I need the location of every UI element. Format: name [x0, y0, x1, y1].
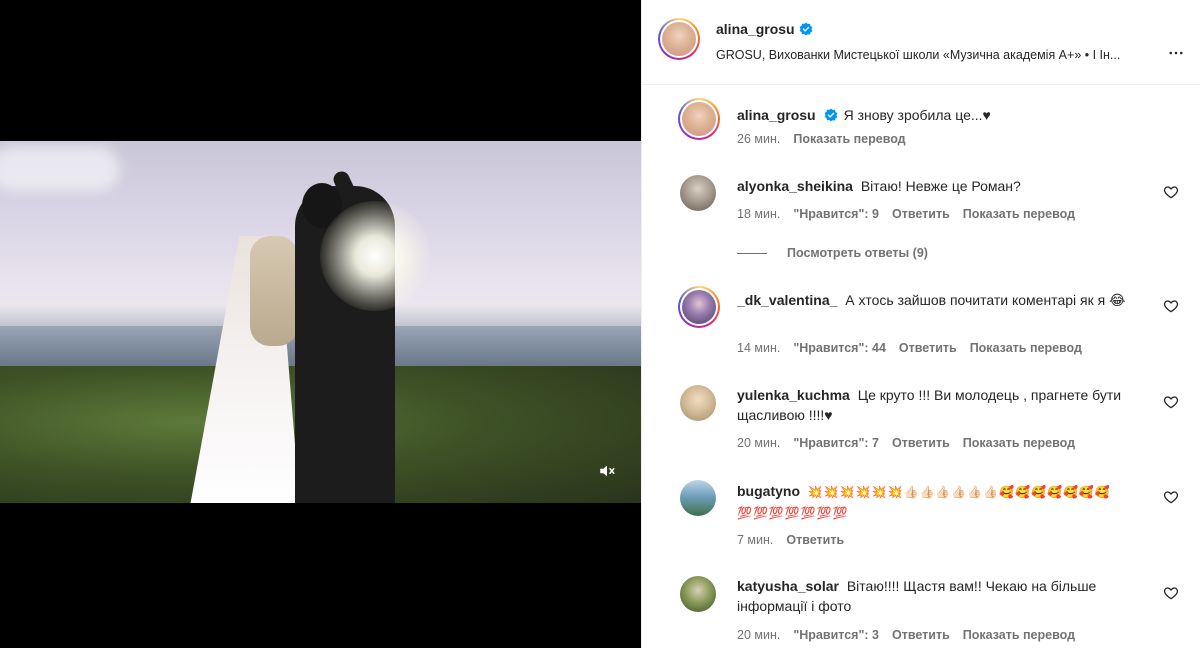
comment-time[interactable]: 20 мин.	[737, 628, 780, 642]
commenter-username[interactable]: alyonka_sheikina	[737, 178, 853, 194]
comment-likes[interactable]: "Нравится": 44	[793, 341, 886, 355]
replies-divider	[737, 252, 767, 254]
commenter-username[interactable]: yulenka_kuchma	[737, 387, 850, 403]
comment-likes[interactable]: "Нравится": 9	[793, 207, 879, 221]
mute-button[interactable]	[594, 458, 620, 484]
caption-text: Я знову зробила це...♥	[843, 107, 991, 123]
video-bride-hair	[250, 236, 298, 346]
commenter-avatar[interactable]	[680, 480, 716, 516]
heart-outline-icon[interactable]	[1163, 298, 1179, 314]
more-options-button[interactable]	[1165, 42, 1187, 64]
commenter-avatar[interactable]	[680, 385, 716, 421]
caption-username[interactable]: alina_grosu	[737, 107, 816, 123]
comment-text: А хтось зайшов почитати коментарі як я 😂	[845, 292, 1126, 308]
author-username[interactable]: alina_grosu	[716, 21, 795, 37]
comment-likes[interactable]: "Нравится": 7	[793, 436, 879, 450]
commenter-username[interactable]: katyusha_solar	[737, 578, 839, 594]
reply-button[interactable]: Ответить	[892, 628, 950, 642]
comment-time[interactable]: 18 мин.	[737, 207, 780, 221]
commenter-username[interactable]: bugatyno	[737, 483, 800, 499]
verified-badge-icon	[799, 22, 813, 36]
post-media	[0, 0, 641, 648]
translate-button[interactable]: Показать перевод	[963, 436, 1075, 450]
commenter-avatar[interactable]	[680, 175, 716, 211]
audio-subtitle[interactable]: GROSU, Вихованки Мистецької школи «Музич…	[716, 48, 1151, 62]
post-header: alina_grosu GROSU, Вихованки Мистецької …	[642, 0, 1200, 85]
translate-button[interactable]: Показать перевод	[963, 628, 1075, 642]
view-replies-label: Посмотреть ответы (9)	[787, 246, 928, 260]
comment-time[interactable]: 20 мин.	[737, 436, 780, 450]
caption-translate-button[interactable]: Показать перевод	[793, 132, 905, 146]
reply-button[interactable]: Ответить	[892, 207, 950, 221]
commenter-avatar[interactable]	[680, 576, 716, 612]
speaker-muted-icon	[600, 465, 615, 477]
comment-time[interactable]: 7 мин.	[737, 533, 773, 547]
heart-outline-icon[interactable]	[1163, 394, 1179, 410]
reply-button[interactable]: Ответить	[892, 436, 950, 450]
heart-outline-icon[interactable]	[1163, 585, 1179, 601]
commenter-username[interactable]: _dk_valentina_	[737, 292, 837, 308]
comments-panel: alina_grosu GROSU, Вихованки Мистецької …	[641, 0, 1200, 648]
caption-avatar[interactable]	[678, 98, 720, 140]
video-cloud	[0, 146, 120, 191]
more-horizontal-icon	[1169, 51, 1183, 55]
heart-outline-icon[interactable]	[1163, 489, 1179, 505]
commenter-avatar[interactable]	[678, 286, 720, 328]
comment-text: Вітаю! Невже це Роман?	[860, 178, 1021, 194]
reply-button[interactable]: Ответить	[786, 533, 844, 547]
translate-button[interactable]: Показать перевод	[963, 207, 1075, 221]
reply-button[interactable]: Ответить	[899, 341, 957, 355]
verified-badge-icon	[824, 108, 838, 122]
author-avatar[interactable]	[658, 18, 700, 60]
comment-likes[interactable]: "Нравится": 3	[793, 628, 879, 642]
view-replies-button[interactable]: Посмотреть ответы (9)	[737, 246, 928, 260]
post-video[interactable]	[0, 141, 641, 503]
video-sun	[320, 201, 430, 311]
translate-button[interactable]: Показать перевод	[970, 341, 1082, 355]
heart-outline-icon[interactable]	[1163, 184, 1179, 200]
caption-time[interactable]: 26 мин.	[737, 132, 780, 146]
comment-time[interactable]: 14 мин.	[737, 341, 780, 355]
